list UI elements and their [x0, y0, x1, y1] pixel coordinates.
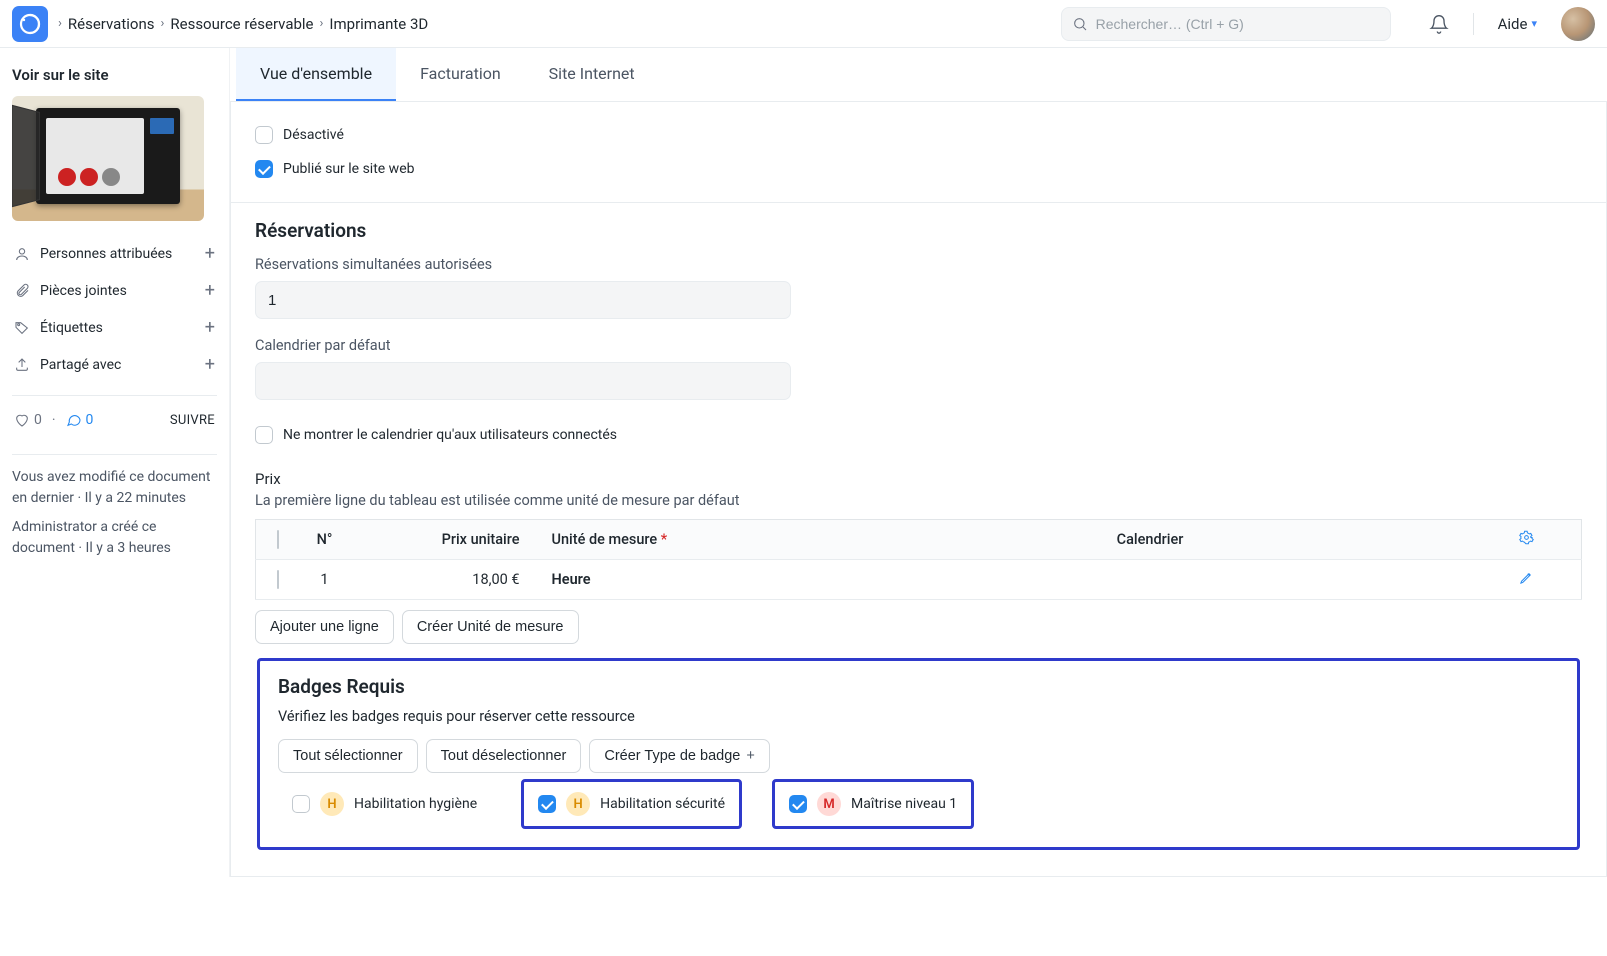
likes-count[interactable]: 0 [14, 412, 42, 428]
col-uom: Unité de mesure * [540, 520, 1105, 560]
sidebar: Voir sur le site Personnes attribuées + … [0, 48, 230, 877]
topbar: › Réservations › Ressource réservable › … [0, 0, 1607, 48]
sidebar-item-shared[interactable]: Partagé avec + [12, 346, 217, 383]
prix-heading: Prix [255, 470, 1582, 488]
published-label: Publié sur le site web [283, 161, 415, 177]
row-checkbox[interactable] [277, 570, 279, 589]
add-icon[interactable]: + [205, 243, 215, 264]
badge-checkbox[interactable] [538, 795, 556, 813]
badge-label: Maîtrise niveau 1 [851, 796, 957, 812]
gear-icon[interactable] [1519, 530, 1534, 545]
disabled-checkbox[interactable] [255, 126, 273, 144]
table-row[interactable]: 1 18,00 € Heure [256, 560, 1582, 600]
user-avatar[interactable] [1561, 7, 1595, 41]
users-icon [14, 246, 30, 262]
reservations-heading: Réservations [255, 219, 1582, 242]
create-badge-type-button[interactable]: Créer Type de badge + [589, 739, 769, 773]
search-input[interactable] [1096, 16, 1380, 32]
sidebar-item-assigned[interactable]: Personnes attribuées + [12, 235, 217, 272]
sidebar-title[interactable]: Voir sur le site [12, 66, 217, 84]
price-table: N° Prix unitaire Unité de mesure * Calen… [255, 519, 1582, 600]
comments-count[interactable]: 0 [66, 412, 94, 428]
section-reservations: Réservations Réservations simultanées au… [231, 203, 1606, 876]
calendar-label: Calendrier par défaut [255, 337, 1582, 354]
tab-website[interactable]: Site Internet [525, 48, 659, 101]
follow-button[interactable]: SUIVRE [170, 413, 215, 428]
badge-letter-icon: M [817, 792, 841, 816]
chevron-right-icon: › [58, 16, 62, 31]
paperclip-icon [14, 283, 30, 299]
badge-checkbox[interactable] [292, 795, 310, 813]
breadcrumb: › Réservations › Ressource réservable › … [58, 15, 428, 33]
chevron-right-icon: › [160, 16, 164, 31]
section-status: Désactivé Publié sur le site web [231, 102, 1606, 203]
badge-item[interactable]: H Habilitation sécurité [521, 779, 742, 829]
sidebar-item-attachments[interactable]: Pièces jointes + [12, 272, 217, 309]
chevron-right-icon: › [320, 16, 324, 31]
hide-calendar-checkbox[interactable] [255, 426, 273, 444]
chevron-down-icon: ▾ [1531, 17, 1537, 30]
badge-checkbox[interactable] [789, 795, 807, 813]
heart-icon [14, 412, 30, 428]
simul-input[interactable] [255, 281, 791, 319]
breadcrumb-item[interactable]: Ressource réservable [170, 15, 313, 33]
badge-label: Habilitation hygiène [354, 796, 477, 812]
badges-sub: Vérifiez les badges requis pour réserver… [278, 708, 1559, 725]
tab-overview[interactable]: Vue d'ensemble [236, 48, 396, 101]
col-num: N° [300, 520, 350, 560]
deselect-all-button[interactable]: Tout déselectionner [426, 739, 582, 773]
tag-icon [14, 320, 30, 336]
doc-created-meta: Administrator a créé ce document · Il y … [12, 517, 217, 559]
published-checkbox[interactable] [255, 160, 273, 178]
search-box[interactable] [1061, 7, 1391, 41]
add-icon[interactable]: + [205, 317, 215, 338]
create-uom-button[interactable]: Créer Unité de mesure [402, 610, 579, 644]
sidebar-item-tags[interactable]: Étiquettes + [12, 309, 217, 346]
select-all-rows-checkbox[interactable] [277, 530, 279, 549]
required-badges-section: Badges Requis Vérifiez les badges requis… [257, 658, 1580, 850]
select-all-button[interactable]: Tout sélectionner [278, 739, 418, 773]
calendar-input[interactable] [255, 362, 791, 400]
search-icon [1072, 16, 1088, 32]
help-label: Aide [1498, 15, 1528, 33]
col-calendar: Calendrier [1105, 520, 1472, 560]
tab-billing[interactable]: Facturation [396, 48, 525, 101]
help-menu[interactable]: Aide ▾ [1498, 15, 1537, 33]
simul-label: Réservations simultanées autorisées [255, 256, 1582, 273]
disabled-label: Désactivé [283, 127, 344, 143]
main: Vue d'ensemble Facturation Site Internet… [230, 48, 1607, 877]
badge-letter-icon: H [320, 792, 344, 816]
add-line-button[interactable]: Ajouter une ligne [255, 610, 394, 644]
app-logo[interactable] [12, 6, 48, 42]
badge-letter-icon: H [566, 792, 590, 816]
edit-icon[interactable] [1519, 570, 1534, 585]
sidebar-stats: 0 · 0 SUIVRE [12, 408, 217, 442]
breadcrumb-item[interactable]: Réservations [68, 15, 155, 33]
breadcrumb-item-current[interactable]: Imprimante 3D [329, 15, 428, 33]
badge-label: Habilitation sécurité [600, 796, 725, 812]
share-icon [14, 357, 30, 373]
separator [1473, 13, 1474, 35]
prix-sub: La première ligne du tableau est utilisé… [255, 492, 1582, 509]
add-icon[interactable]: + [205, 354, 215, 375]
badge-item[interactable]: M Maîtrise niveau 1 [772, 779, 974, 829]
badge-item[interactable]: H Habilitation hygiène [278, 779, 491, 829]
add-icon[interactable]: + [205, 280, 215, 301]
badges-heading: Badges Requis [278, 675, 1559, 698]
comment-icon [66, 412, 82, 428]
tabs: Vue d'ensemble Facturation Site Internet [230, 48, 1607, 102]
resource-image[interactable] [12, 96, 204, 221]
plus-icon: + [746, 748, 754, 764]
doc-modified-meta: Vous avez modifié ce document en dernier… [12, 467, 217, 509]
hide-calendar-label: Ne montrer le calendrier qu'aux utilisat… [283, 427, 617, 443]
notifications-icon[interactable] [1429, 14, 1449, 34]
col-unit-price: Prix unitaire [350, 520, 540, 560]
